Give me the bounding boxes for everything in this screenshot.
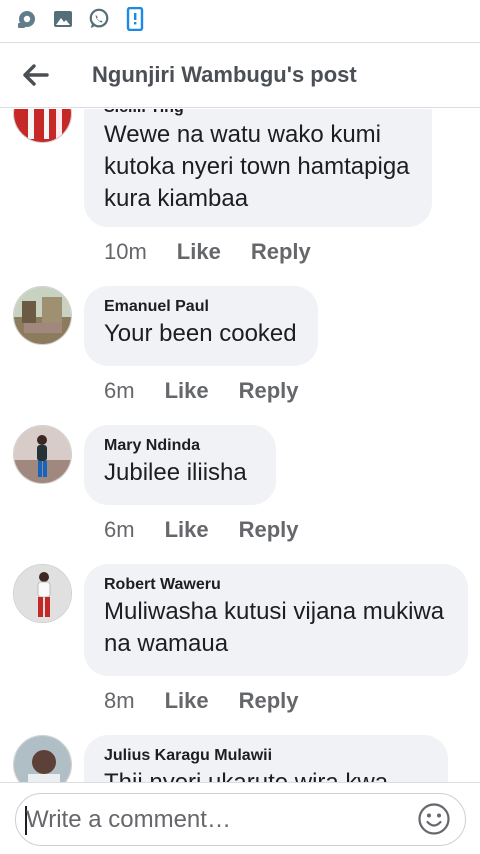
like-button[interactable]: Like	[177, 239, 221, 265]
comment-text-line: Muliwasha kutusi vijana mukiwa	[104, 598, 445, 625]
comment-actions: 6m Like Reply	[104, 378, 299, 404]
whatsapp-icon	[88, 8, 110, 30]
comment-timestamp: 10m	[104, 239, 147, 264]
page-title: Ngunjiri Wambugu's post	[92, 62, 357, 87]
comment-actions: 8m Like Reply	[104, 688, 299, 714]
like-button[interactable]: Like	[165, 688, 209, 714]
comment-timestamp: 8m	[104, 688, 135, 713]
comment-text-line: Your been cooked	[104, 320, 297, 347]
like-button[interactable]: Like	[165, 517, 209, 543]
gallery-icon	[52, 8, 74, 30]
comment-author[interactable]: Sicilli Ting	[104, 109, 412, 119]
avatar[interactable]	[13, 564, 72, 623]
comment-timestamp: 6m	[104, 517, 135, 542]
comment-author[interactable]: Mary Ndinda	[104, 435, 256, 457]
comment-actions: 10m Like Reply	[104, 239, 311, 265]
comment-text-line: kura kiambaa	[104, 185, 249, 212]
comment-composer: Write a comment…	[0, 782, 480, 854]
comment-input[interactable]: Write a comment…	[15, 793, 466, 846]
comment-author[interactable]: Julius Karagu Mulawii	[104, 745, 428, 767]
avatar[interactable]	[13, 286, 72, 345]
smiley-icon[interactable]	[417, 802, 451, 836]
comment-bubble[interactable]: Sicilli Ting Wewe na watu wako kumi kuto…	[84, 109, 432, 227]
phone-alert-icon	[124, 7, 146, 31]
comment-actions: 6m Like Reply	[104, 517, 299, 543]
status-bar	[0, 0, 480, 38]
comment-timestamp: 6m	[104, 378, 135, 403]
comment-text-line: Jubilee iliisha	[104, 459, 247, 486]
avatar[interactable]	[13, 109, 72, 143]
comment-author[interactable]: Robert Waweru	[104, 574, 448, 596]
comment-author[interactable]: Emanuel Paul	[104, 296, 298, 318]
avatar[interactable]	[13, 425, 72, 484]
back-button[interactable]	[0, 42, 72, 108]
chrome-remote-icon	[16, 8, 38, 30]
comment-text-line: Wewe na watu wako kumi	[104, 121, 382, 148]
comment-bubble[interactable]: Robert Waweru Muliwasha kutusi vijana mu…	[84, 564, 468, 676]
avatar[interactable]	[13, 735, 72, 782]
post-header: Ngunjiri Wambugu's post	[0, 42, 480, 108]
comment-bubble[interactable]: Emanuel Paul Your been cooked	[84, 286, 318, 366]
reply-button[interactable]: Reply	[239, 517, 299, 543]
arrow-left-icon	[23, 64, 49, 86]
reply-button[interactable]: Reply	[251, 239, 311, 265]
comment-text-line: kutoka nyeri town hamtapiga	[104, 153, 410, 180]
comments-list[interactable]: Sicilli Ting Wewe na watu wako kumi kuto…	[0, 109, 480, 782]
like-button[interactable]: Like	[165, 378, 209, 404]
comment-input-placeholder: Write a comment…	[26, 806, 231, 833]
reply-button[interactable]: Reply	[239, 378, 299, 404]
reply-button[interactable]: Reply	[239, 688, 299, 714]
comment-bubble[interactable]: Mary Ndinda Jubilee iliisha	[84, 425, 276, 505]
comment-text-line: na wamaua	[104, 630, 229, 657]
comment-text-line: Thii nyeri ukarute wira kwa tiga	[104, 767, 428, 782]
comment-bubble[interactable]: Julius Karagu Mulawii Thii nyeri ukarute…	[84, 735, 448, 782]
